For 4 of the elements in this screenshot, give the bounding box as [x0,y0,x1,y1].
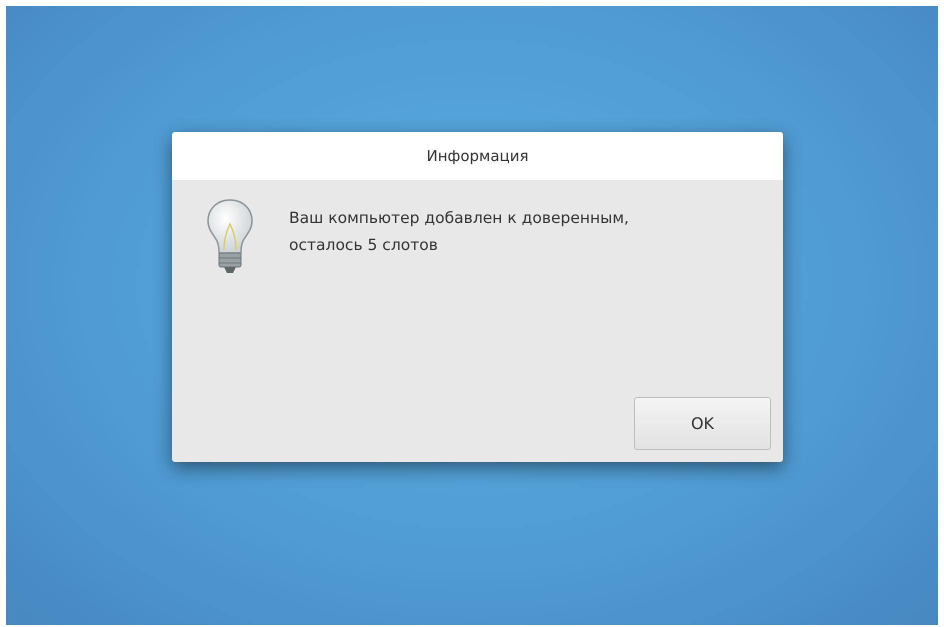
light-bulb-icon [205,198,255,276]
ok-button[interactable]: OK [634,397,771,450]
dialog-title: Информация [172,132,783,180]
message-text: Ваш компьютер добавлен к доверенным, осталось 5 слотов [289,208,629,256]
